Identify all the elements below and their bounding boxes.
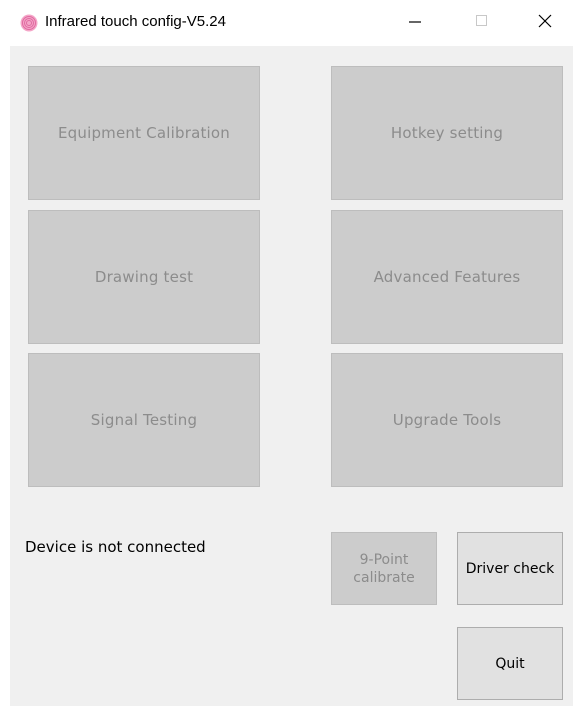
client-area: Equipment Calibration Hotkey setting Dra… bbox=[10, 46, 573, 706]
drawing-test-button[interactable]: Drawing test bbox=[28, 210, 260, 344]
minimize-button[interactable] bbox=[385, 0, 445, 46]
window-title: Infrared touch config-V5.24 bbox=[45, 13, 226, 30]
close-icon bbox=[538, 14, 552, 33]
app-window: Infrared touch config-V5.24 Equipment Ca… bbox=[0, 0, 573, 716]
maximize-button[interactable] bbox=[452, 0, 512, 46]
upgrade-tools-button[interactable]: Upgrade Tools bbox=[331, 353, 563, 487]
nine-point-calibrate-button[interactable]: 9-Point calibrate bbox=[331, 532, 437, 605]
title-bar[interactable]: Infrared touch config-V5.24 bbox=[0, 0, 573, 46]
driver-check-button[interactable]: Driver check bbox=[457, 532, 563, 605]
advanced-features-button[interactable]: Advanced Features bbox=[331, 210, 563, 344]
close-button[interactable] bbox=[515, 0, 573, 46]
fingerprint-icon bbox=[20, 14, 38, 32]
maximize-icon bbox=[475, 14, 489, 33]
minimize-icon bbox=[408, 14, 422, 33]
hotkey-setting-button[interactable]: Hotkey setting bbox=[331, 66, 563, 200]
equipment-calibration-button[interactable]: Equipment Calibration bbox=[28, 66, 260, 200]
connection-status: Device is not connected bbox=[25, 538, 206, 556]
quit-button[interactable]: Quit bbox=[457, 627, 563, 700]
signal-testing-button[interactable]: Signal Testing bbox=[28, 353, 260, 487]
